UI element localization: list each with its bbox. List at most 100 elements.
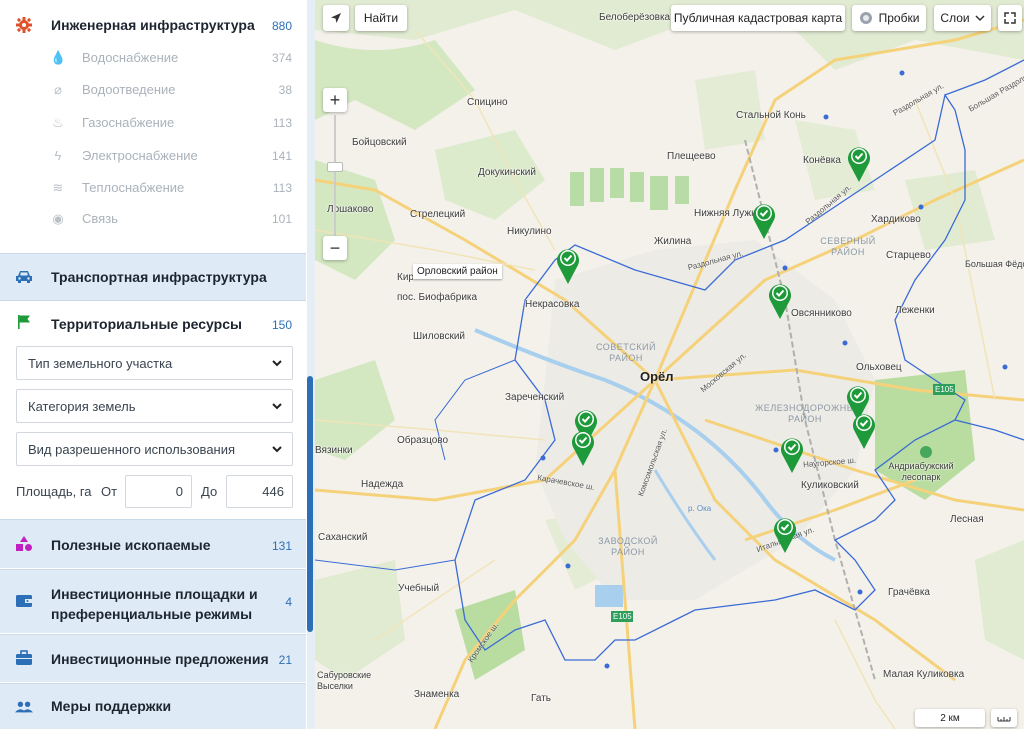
zoom-slider-handle[interactable]	[327, 162, 343, 172]
area-to-input[interactable]	[226, 475, 293, 508]
place-label: Знаменка	[414, 689, 460, 700]
gear-icon	[15, 16, 33, 34]
briefcase-icon	[15, 649, 33, 667]
place-label: Гать	[531, 693, 551, 704]
place-label: Ольховец	[856, 362, 902, 373]
place-label: Никулино	[507, 226, 552, 237]
category-count: 150	[271, 318, 292, 332]
traffic-button[interactable]: Пробки	[852, 5, 926, 31]
cadastral-map-button[interactable]: Публичная кадастровая карта	[671, 5, 845, 31]
road-label: E105	[935, 385, 954, 394]
district-label: СОВЕТСКИЙ РАЙОН	[596, 342, 656, 363]
place-label: Конёвка	[803, 155, 841, 166]
subcategory-gas[interactable]: ♨ Газоснабжение 113	[0, 107, 306, 139]
zoom-in-button[interactable]: +	[323, 88, 347, 112]
subcategory-water-supply[interactable]: 💧 Водоснабжение 374	[0, 42, 306, 74]
subcategory-drainage[interactable]: ⌀ Водоотведение 38	[0, 74, 306, 106]
layers-label: Слои	[940, 11, 970, 25]
category-minerals[interactable]: Полезные ископаемые 131	[0, 520, 306, 568]
map-marker[interactable]	[846, 143, 872, 183]
place-label: Учебный	[398, 583, 440, 594]
subcategory-communication[interactable]: ◉ Связь 101	[0, 203, 306, 235]
area-from-label: От	[101, 484, 118, 499]
category-transport[interactable]: Транспортная инфраструктура	[0, 254, 306, 300]
zoom-control: + −	[323, 88, 347, 263]
chevron-down-icon	[272, 403, 282, 410]
traffic-light-icon	[859, 12, 872, 24]
chevron-down-icon	[272, 360, 282, 367]
place-label: Стрелецкий	[410, 209, 466, 220]
subcategory-heating[interactable]: ≋ Теплоснабжение 113	[0, 172, 306, 204]
map-marker[interactable]	[570, 427, 596, 467]
map-marker[interactable]	[772, 514, 798, 554]
category-invest-offers[interactable]: Инвестиционные предложения 21	[0, 635, 306, 682]
district-label: ЖЕЛЕЗНОДОРОЖНЫЙ РАЙОН	[755, 403, 863, 424]
select-value: Вид разрешенного использования	[28, 442, 236, 457]
navigation-arrow-icon	[331, 13, 341, 23]
category-support[interactable]: Меры поддержки	[0, 684, 306, 729]
category-invest-sites[interactable]: Инвестиционные площадки и преференциальны…	[0, 570, 306, 633]
permitted-use-select[interactable]: Вид разрешенного использования	[16, 432, 293, 466]
place-label: Овсянниково	[791, 308, 852, 319]
locate-button[interactable]	[323, 5, 349, 31]
category-territorial[interactable]: Территориальные ресурсы 150	[0, 308, 306, 338]
subcategory-label: Водоотведение	[82, 82, 176, 97]
map-marker[interactable]	[779, 434, 805, 474]
subcategory-label: Связь	[82, 211, 118, 226]
map[interactable]: E105 E105 Белоберёзовка Стальной Конь Сп…	[315, 0, 1024, 729]
place-label: Куликовский	[801, 480, 859, 491]
place-label: Лесная	[950, 514, 984, 525]
place-label: Хардиково	[871, 214, 921, 225]
place-label: Грачёвка	[888, 587, 930, 598]
map-base	[315, 0, 1024, 729]
map-marker[interactable]	[555, 245, 581, 285]
select-value: Тип земельного участка	[28, 356, 173, 371]
category-title: Полезные ископаемые	[51, 537, 211, 553]
category-title: Территориальные ресурсы	[51, 316, 242, 332]
ruler-button[interactable]	[991, 709, 1017, 727]
zoom-out-button[interactable]: −	[323, 236, 347, 260]
place-label: Стальной Конь	[736, 110, 806, 121]
chevron-down-icon	[272, 446, 282, 453]
traffic-label: Пробки	[878, 11, 920, 25]
map-marker[interactable]	[751, 200, 777, 240]
category-count: 880	[271, 19, 292, 33]
place-label: Плещеево	[667, 151, 716, 162]
district-tooltip: Орловский район	[413, 264, 502, 279]
subcategory-count: 101	[271, 212, 292, 226]
layers-button[interactable]: Слои	[934, 5, 991, 31]
place-label: Кир	[397, 272, 414, 283]
fullscreen-button[interactable]	[998, 5, 1022, 31]
scale-label: 2 км	[940, 712, 960, 724]
street-label: р. Ока	[688, 504, 712, 513]
divider	[0, 300, 306, 301]
zoom-slider-rail[interactable]	[334, 115, 336, 236]
road-label: E105	[613, 612, 632, 621]
category-title: Инвестиционные предложения	[51, 651, 269, 667]
plot-type-select[interactable]: Тип земельного участка	[16, 346, 293, 380]
chevron-down-icon	[975, 15, 985, 22]
map-marker[interactable]	[851, 410, 877, 450]
map-marker[interactable]	[767, 280, 793, 320]
category-title: Инженерная инфраструктура	[51, 17, 255, 33]
place-label: Старцево	[886, 250, 931, 261]
wallet-icon	[15, 592, 33, 610]
place-label: Малая Куликовка	[883, 669, 965, 680]
area-from-input[interactable]	[125, 475, 192, 508]
place-label: Некрасовка	[525, 299, 580, 310]
category-title: Меры поддержки	[51, 698, 172, 714]
drain-icon: ⌀	[54, 82, 62, 97]
place-label: Андриабужский лесопарк	[888, 461, 954, 482]
category-engineering[interactable]: Инженерная инфраструктура 880	[0, 10, 306, 40]
subcategory-electricity[interactable]: ϟ Электроснабжение 141	[0, 140, 306, 172]
find-button[interactable]: Найти	[355, 5, 407, 31]
place-label: Жилина	[654, 236, 692, 247]
city-label: Орёл	[640, 369, 674, 384]
place-label: Образцово	[397, 435, 449, 446]
place-label: Саханский	[318, 532, 368, 543]
category-count: 131	[271, 539, 292, 553]
sidebar-scrollbar-thumb[interactable]	[307, 376, 313, 632]
land-category-select[interactable]: Категория земель	[16, 389, 293, 423]
subcategory-count: 113	[272, 116, 292, 130]
place-label: Белоберёзовка	[599, 12, 671, 23]
